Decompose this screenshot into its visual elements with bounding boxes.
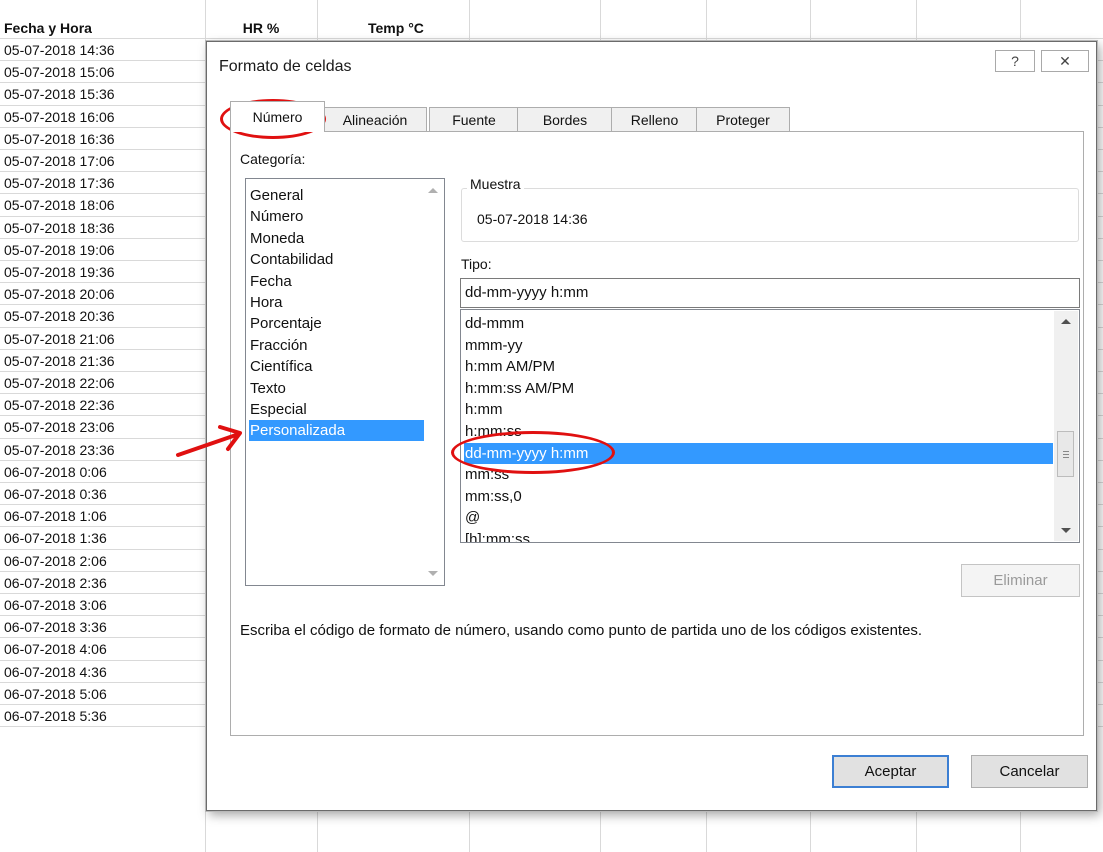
- scroll-thumb[interactable]: [1057, 431, 1074, 477]
- cell-date[interactable]: 06-07-2018 1:06: [4, 505, 200, 526]
- category-item[interactable]: Especial: [249, 399, 424, 420]
- category-item[interactable]: Hora: [249, 292, 424, 313]
- type-item[interactable]: mm:ss,0: [464, 486, 1053, 508]
- type-label: Tipo:: [461, 256, 492, 272]
- category-item[interactable]: Fecha: [249, 271, 424, 292]
- tab-3[interactable]: Bordes: [517, 107, 613, 131]
- type-item[interactable]: h:mm:ss: [464, 421, 1053, 443]
- cell-date[interactable]: 05-07-2018 18:36: [4, 217, 200, 238]
- category-item[interactable]: General: [249, 185, 424, 206]
- category-item[interactable]: Moneda: [249, 228, 424, 249]
- scroll-down-icon[interactable]: [428, 571, 438, 576]
- category-item[interactable]: Fracción: [249, 335, 424, 356]
- tab-4[interactable]: Relleno: [611, 107, 698, 131]
- close-icon: ✕: [1059, 53, 1071, 69]
- hint-text: Escriba el código de formato de número, …: [240, 622, 923, 639]
- category-item[interactable]: Número: [249, 206, 424, 227]
- cell-date[interactable]: 06-07-2018 3:06: [4, 594, 200, 615]
- cell-date[interactable]: 05-07-2018 15:06: [4, 61, 200, 82]
- header-row: Fecha y Hora HR % Temp °C: [0, 17, 1103, 40]
- grip-line: [1063, 451, 1069, 452]
- grip-line: [1063, 454, 1069, 455]
- cell-date[interactable]: 05-07-2018 15:36: [4, 83, 200, 104]
- cell-date[interactable]: 06-07-2018 5:36: [4, 705, 200, 726]
- category-item[interactable]: Porcentaje: [249, 313, 424, 334]
- help-button[interactable]: ?: [995, 50, 1035, 72]
- header-cell-hr[interactable]: HR %: [206, 17, 316, 38]
- cell-date[interactable]: 06-07-2018 4:06: [4, 638, 200, 659]
- cell-date[interactable]: 06-07-2018 0:36: [4, 483, 200, 504]
- arrow-icon: [176, 425, 242, 457]
- category-item[interactable]: Científica: [249, 356, 424, 377]
- type-item[interactable]: @: [464, 507, 1053, 529]
- help-icon: ?: [1011, 53, 1019, 69]
- cell-date[interactable]: 05-07-2018 22:06: [4, 372, 200, 393]
- cell-date[interactable]: 06-07-2018 2:06: [4, 550, 200, 571]
- grip-line: [1063, 457, 1069, 458]
- tab-1[interactable]: Alineación: [323, 107, 427, 131]
- dialog-title: Formato de celdas: [219, 58, 352, 75]
- cell-date[interactable]: 05-07-2018 21:36: [4, 350, 200, 371]
- type-input[interactable]: dd-mm-yyyy h:mm: [460, 278, 1080, 308]
- tab-2[interactable]: Fuente: [429, 107, 519, 131]
- type-item[interactable]: h:mm: [464, 399, 1053, 421]
- cell-date[interactable]: 05-07-2018 21:06: [4, 328, 200, 349]
- category-item[interactable]: Personalizada: [249, 420, 424, 442]
- cell-date[interactable]: 06-07-2018 1:36: [4, 527, 200, 548]
- cancel-button[interactable]: Cancelar: [971, 755, 1088, 788]
- type-item[interactable]: dd-mm-yyyy h:mm: [464, 442, 1053, 465]
- category-item[interactable]: Texto: [249, 378, 424, 399]
- sample-label: Muestra: [467, 176, 524, 192]
- cell-date[interactable]: 05-07-2018 20:06: [4, 283, 200, 304]
- type-item[interactable]: dd-mmm: [464, 313, 1053, 335]
- cell-date[interactable]: 05-07-2018 22:36: [4, 394, 200, 415]
- cell-date[interactable]: 05-07-2018 17:36: [4, 172, 200, 193]
- category-label: Categoría:: [240, 151, 306, 167]
- tab-5[interactable]: Proteger: [696, 107, 790, 131]
- sample-value: 05-07-2018 14:36: [477, 211, 588, 227]
- scroll-up-icon[interactable]: [1061, 319, 1071, 324]
- type-item[interactable]: h:mm AM/PM: [464, 356, 1053, 378]
- type-scrollbar[interactable]: [1054, 311, 1078, 541]
- cell-date[interactable]: 05-07-2018 16:06: [4, 106, 200, 127]
- cell-date[interactable]: 05-07-2018 18:06: [4, 194, 200, 215]
- tab-panel-number: Categoría: Personalizada Especial Texto Cie…: [230, 131, 1084, 736]
- type-item[interactable]: mmm-yy: [464, 335, 1053, 357]
- cell-date[interactable]: 05-07-2018 19:06: [4, 239, 200, 260]
- cell-date[interactable]: 05-07-2018 14:36: [4, 39, 200, 60]
- cell-date[interactable]: 05-07-2018 19:36: [4, 261, 200, 282]
- delete-button[interactable]: Eliminar: [961, 564, 1080, 597]
- scroll-up-icon[interactable]: [428, 188, 438, 193]
- category-item[interactable]: Contabilidad: [249, 249, 424, 270]
- tab-0[interactable]: Número: [230, 101, 325, 132]
- close-button[interactable]: ✕: [1041, 50, 1089, 72]
- cell-date[interactable]: 06-07-2018 2:36: [4, 572, 200, 593]
- category-scrollbar[interactable]: [424, 180, 443, 584]
- ok-button[interactable]: Aceptar: [832, 755, 949, 788]
- cell-date[interactable]: 05-07-2018 16:36: [4, 128, 200, 149]
- type-item[interactable]: [h]:mm:ss: [464, 529, 1053, 542]
- format-cells-dialog: Formato de celdas ? ✕ Número Alineación Fu…: [206, 41, 1097, 811]
- type-list[interactable]: [h]:mm:ss @ mm:ss,0 mm:ss dd-mm-yyyy h:mm h:m…: [460, 309, 1080, 543]
- cell-date[interactable]: 06-07-2018 4:36: [4, 661, 200, 682]
- cell-date[interactable]: 06-07-2018 5:06: [4, 683, 200, 704]
- cell-date[interactable]: 05-07-2018 20:36: [4, 305, 200, 326]
- header-cell-date[interactable]: Fecha y Hora: [4, 17, 200, 38]
- header-cell-temp[interactable]: Temp °C: [318, 17, 468, 38]
- scroll-down-icon[interactable]: [1061, 528, 1071, 533]
- type-item[interactable]: h:mm:ss AM/PM: [464, 378, 1053, 400]
- category-list[interactable]: Personalizada Especial Texto Científica Frac…: [245, 178, 445, 586]
- cell-date[interactable]: 05-07-2018 17:06: [4, 150, 200, 171]
- cell-date[interactable]: 06-07-2018 3:36: [4, 616, 200, 637]
- type-item[interactable]: mm:ss: [464, 464, 1053, 486]
